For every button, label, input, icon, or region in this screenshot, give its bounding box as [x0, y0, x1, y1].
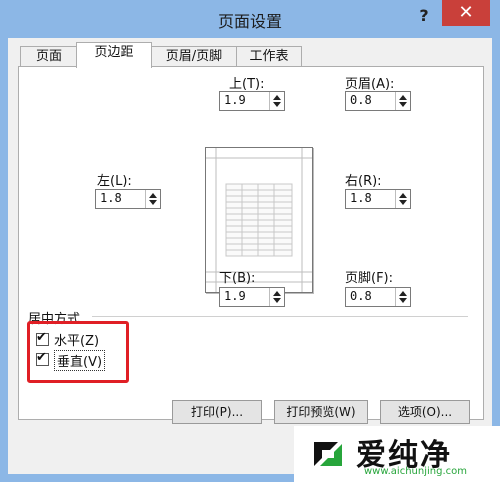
tab-page[interactable]: 页面	[20, 46, 78, 67]
header-margin-spinner[interactable]: 0.8	[345, 91, 411, 111]
footer-margin-label: 页脚(F):	[345, 271, 394, 286]
right-margin-value[interactable]: 1.8	[350, 191, 372, 205]
header-margin-label: 页眉(A):	[345, 77, 395, 92]
bottom-margin-label: 下(B):	[219, 271, 256, 286]
left-margin-label: 左(L):	[97, 174, 132, 189]
top-margin-value[interactable]: 1.9	[224, 93, 246, 107]
arrow-up-icon[interactable]	[399, 95, 407, 100]
left-margin-spinner[interactable]: 1.8	[95, 189, 161, 209]
spinner-arrows[interactable]	[395, 92, 410, 110]
options-button[interactable]: 选项(O)...	[380, 400, 470, 424]
arrow-down-icon[interactable]	[273, 298, 281, 303]
arrow-up-icon[interactable]	[273, 95, 281, 100]
watermark: 爱纯净 www.aichunjing.com	[294, 426, 500, 482]
arrow-down-icon[interactable]	[273, 102, 281, 107]
arrow-down-icon[interactable]	[399, 200, 407, 205]
arrow-up-icon[interactable]	[399, 193, 407, 198]
arrow-down-icon[interactable]	[149, 200, 157, 205]
page-setup-dialog: 页面设置 ? ✕ 页面 页边距 页眉/页脚 工作表 上(T): 1.9 页眉(A…	[0, 0, 500, 482]
header-margin-value[interactable]: 0.8	[350, 93, 372, 107]
spinner-arrows[interactable]	[395, 288, 410, 306]
spinner-arrows[interactable]	[269, 288, 284, 306]
help-button[interactable]: ?	[410, 4, 438, 28]
watermark-logo-icon	[314, 442, 342, 466]
dialog-body: 页面 页边距 页眉/页脚 工作表 上(T): 1.9 页眉(A): 0.8 左(…	[8, 38, 492, 474]
right-margin-label: 右(R):	[345, 174, 382, 189]
print-button[interactable]: 打印(P)...	[172, 400, 262, 424]
tab-margins[interactable]: 页边距	[76, 42, 152, 68]
print-preview-button[interactable]: 打印预览(W)	[274, 400, 368, 424]
bottom-margin-spinner[interactable]: 1.9	[219, 287, 285, 307]
annotation-highlight-box	[27, 321, 129, 383]
top-margin-spinner[interactable]: 1.9	[219, 91, 285, 111]
right-margin-spinner[interactable]: 1.8	[345, 189, 411, 209]
footer-margin-spinner[interactable]: 0.8	[345, 287, 411, 307]
group-divider	[92, 316, 468, 317]
bottom-margin-value[interactable]: 1.9	[224, 289, 246, 303]
arrow-up-icon[interactable]	[273, 291, 281, 296]
spinner-arrows[interactable]	[395, 190, 410, 208]
spinner-arrows[interactable]	[269, 92, 284, 110]
left-margin-value[interactable]: 1.8	[100, 191, 122, 205]
close-button[interactable]: ✕	[442, 0, 490, 26]
top-margin-label: 上(T):	[229, 77, 265, 92]
title-bar: 页面设置 ? ✕	[0, 0, 500, 38]
tab-sheet[interactable]: 工作表	[236, 46, 302, 67]
tab-header-footer[interactable]: 页眉/页脚	[150, 46, 238, 67]
arrow-up-icon[interactable]	[149, 193, 157, 198]
spinner-arrows[interactable]	[145, 190, 160, 208]
watermark-url: www.aichunjing.com	[364, 466, 467, 477]
arrow-down-icon[interactable]	[399, 298, 407, 303]
arrow-down-icon[interactable]	[399, 102, 407, 107]
arrow-up-icon[interactable]	[399, 291, 407, 296]
footer-margin-value[interactable]: 0.8	[350, 289, 372, 303]
